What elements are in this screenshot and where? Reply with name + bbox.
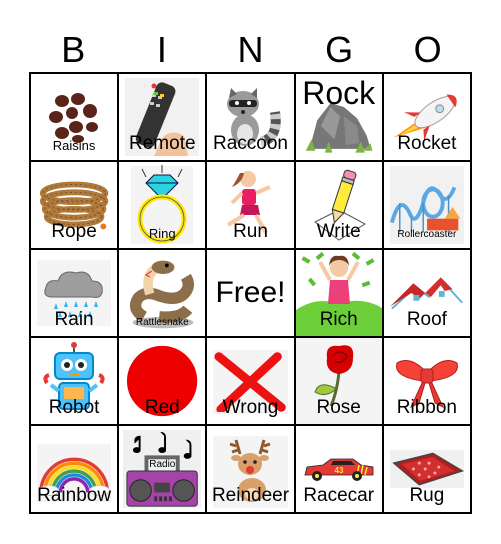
bingo-cell-remote[interactable]: Remote	[119, 74, 206, 160]
bingo-grid: Raisins Remote Raccoon Rock Rocket Rope …	[29, 72, 472, 514]
bingo-cell-rock[interactable]: Rock	[295, 74, 382, 160]
cell-label: Radio	[149, 459, 176, 470]
bingo-cell-run[interactable]: Run	[207, 162, 294, 248]
bingo-cell-raisins[interactable]: Raisins	[31, 74, 118, 160]
racecar-icon: 43	[302, 454, 376, 482]
header-letter-n: N	[237, 29, 264, 70]
bingo-cell-radio[interactable]: Radio	[119, 426, 206, 512]
svg-text:43: 43	[334, 466, 343, 475]
bingo-cell-rain[interactable]: Rain	[31, 250, 118, 336]
cell-label: Racecar	[303, 485, 375, 506]
bingo-cell-free-space[interactable]: Free!	[207, 250, 294, 336]
cell-label: Rich	[319, 309, 358, 330]
header-letter-i: I	[156, 29, 167, 70]
bingo-cell-racecar[interactable]: 43 Racecar	[295, 426, 382, 512]
cell-label: Rose	[316, 397, 361, 418]
bingo-cell-rattlesnake[interactable]: Rattlesnake	[119, 250, 206, 336]
bingo-cell-raccoon[interactable]: Raccoon	[207, 74, 294, 160]
rug-icon	[389, 450, 464, 488]
cell-label: Red	[144, 397, 180, 418]
cell-label: Rollercoaster	[397, 229, 457, 240]
cell-label: Rocket	[397, 133, 457, 154]
cell-label: Ring	[148, 226, 176, 241]
bingo-cell-rocket[interactable]: Rocket	[383, 74, 470, 160]
bingo-cell-rose[interactable]: Rose	[295, 338, 382, 424]
bingo-header: B I N G O	[29, 28, 472, 72]
cell-label: Write	[316, 221, 361, 242]
cell-label: Rug	[409, 485, 445, 506]
cell-label: Ribbon	[396, 397, 457, 418]
header-letter-g: G	[325, 29, 354, 70]
cell-label: Remote	[129, 133, 196, 154]
cell-label: Rock	[302, 75, 376, 111]
cell-label: Raccoon	[212, 133, 288, 154]
cell-label: Rain	[54, 309, 94, 330]
cell-label: Roof	[406, 309, 447, 330]
bingo-cell-rope[interactable]: Rope	[31, 162, 118, 248]
cell-label: Run	[233, 221, 268, 242]
cell-label: Rope	[51, 221, 97, 242]
bingo-cell-rich[interactable]: Rich	[295, 250, 382, 336]
cell-label: Reindeer	[211, 485, 290, 506]
cell-label: Raisins	[52, 138, 96, 153]
bingo-cell-wrong[interactable]: Wrong	[207, 338, 294, 424]
bingo-cell-rollercoaster[interactable]: Rollercoaster	[383, 162, 470, 248]
header-letter-o: O	[413, 29, 442, 70]
bingo-cell-red[interactable]: Red	[119, 338, 206, 424]
bingo-cell-ribbon[interactable]: Ribbon	[383, 338, 470, 424]
cell-label: Rainbow	[37, 485, 112, 506]
bingo-cell-robot[interactable]: Robot	[31, 338, 118, 424]
cell-label: Robot	[48, 397, 100, 418]
bingo-cell-roof[interactable]: Roof	[383, 250, 470, 336]
bingo-cell-write[interactable]: Write	[295, 162, 382, 248]
cell-label: Wrong	[222, 397, 279, 418]
bingo-cell-rug[interactable]: Rug	[383, 426, 470, 512]
bingo-cell-reindeer[interactable]: Reindeer	[207, 426, 294, 512]
cell-label: Rattlesnake	[135, 317, 189, 328]
bingo-cell-rainbow[interactable]: Rainbow	[31, 426, 118, 512]
header-letter-b: B	[61, 29, 86, 70]
bingo-cell-ring[interactable]: Ring	[119, 162, 206, 248]
free-space-label: Free!	[215, 276, 286, 309]
